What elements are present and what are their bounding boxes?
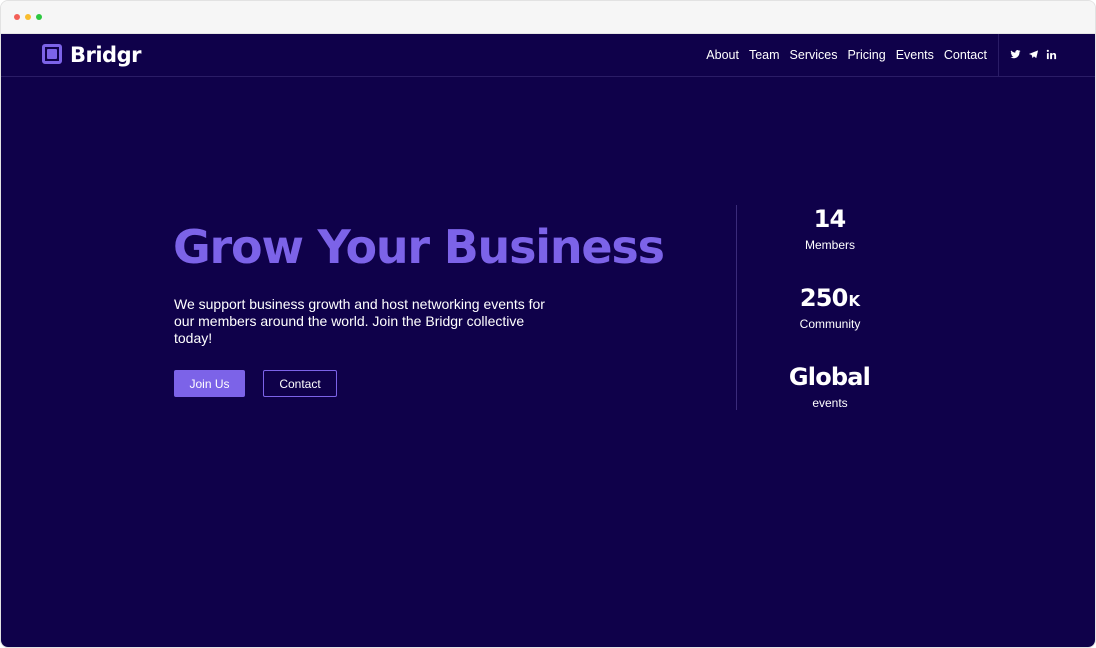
stat-global: Global events	[770, 364, 890, 410]
stats-divider	[736, 205, 737, 410]
nav-link-about[interactable]: About	[706, 48, 739, 62]
join-us-button[interactable]: Join Us	[174, 370, 245, 397]
main-nav: About Team Services Pricing Events Conta…	[696, 34, 987, 76]
nav-link-team[interactable]: Team	[749, 48, 780, 62]
nav-link-events[interactable]: Events	[896, 48, 934, 62]
minimize-window-button[interactable]	[25, 14, 31, 20]
browser-window: Bridgr About Team Services Pricing Event…	[0, 0, 1096, 648]
nav-link-services[interactable]: Services	[790, 48, 838, 62]
logo[interactable]: Bridgr	[42, 42, 141, 68]
landing-page: Bridgr About Team Services Pricing Event…	[1, 34, 1095, 647]
hero-title: Grow Your Business	[173, 220, 665, 274]
stat-value: 250K	[799, 284, 861, 312]
hero-description: We support business growth and host netw…	[174, 296, 545, 346]
logo-mark-icon	[42, 44, 64, 66]
navbar: Bridgr About Team Services Pricing Event…	[1, 34, 1095, 77]
stat-label: events	[812, 396, 848, 410]
close-window-button[interactable]	[14, 14, 20, 20]
contact-button[interactable]: Contact	[263, 370, 337, 397]
window-titlebar	[1, 1, 1095, 34]
nav-divider	[998, 34, 999, 76]
stat-label: Community	[799, 317, 861, 331]
telegram-icon[interactable]	[1027, 48, 1039, 60]
stat-community: 250K Community	[770, 285, 890, 331]
nav-link-contact[interactable]: Contact	[944, 48, 987, 62]
stat-value: 14	[813, 205, 847, 233]
linkedin-icon[interactable]	[1045, 48, 1057, 60]
maximize-window-button[interactable]	[36, 14, 42, 20]
stat-value: Global	[788, 363, 871, 391]
stat-members: 14 Members	[770, 206, 890, 252]
logo-text: Bridgr	[70, 43, 141, 67]
stat-label: Members	[804, 238, 855, 252]
nav-link-pricing[interactable]: Pricing	[847, 48, 885, 62]
twitter-icon[interactable]	[1009, 48, 1021, 60]
social-links	[1009, 48, 1063, 60]
